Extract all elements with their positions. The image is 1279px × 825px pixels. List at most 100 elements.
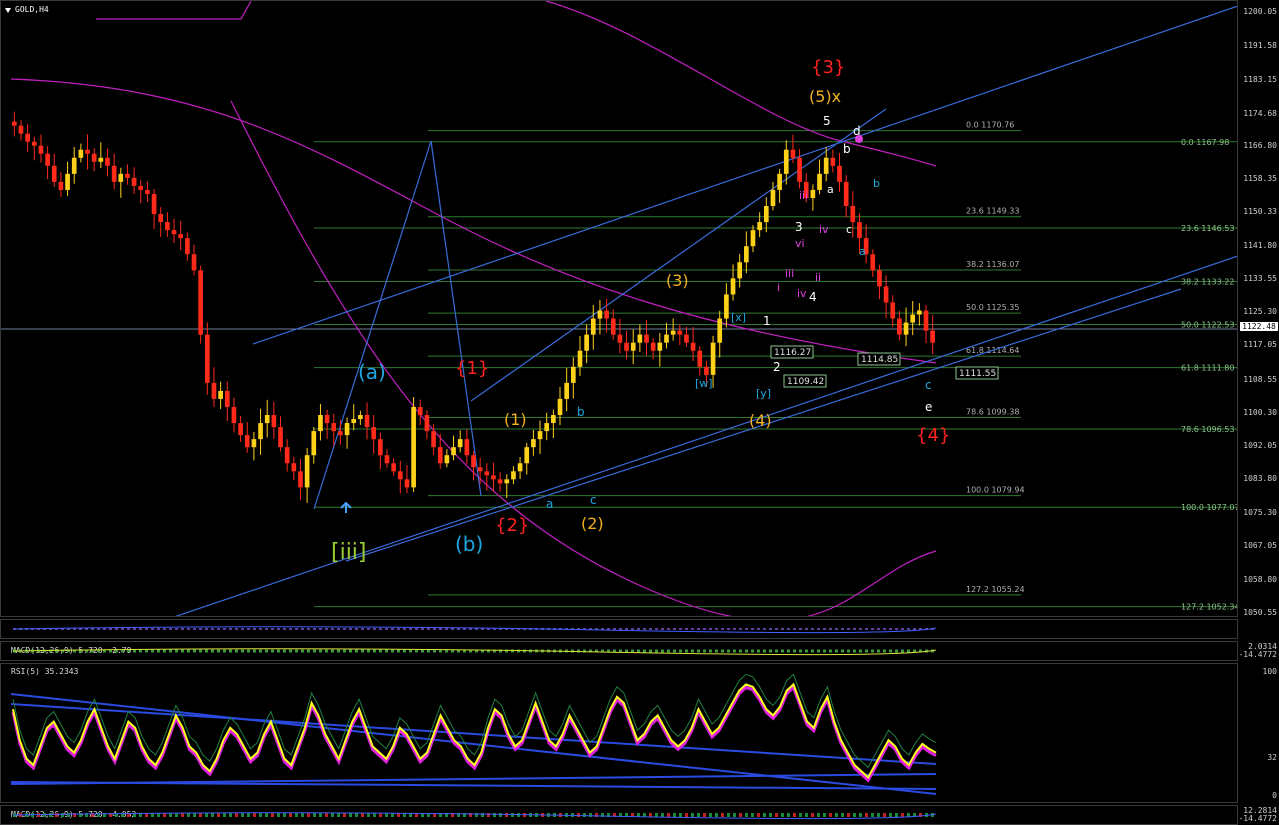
candle-body bbox=[131, 177, 137, 186]
candle-body bbox=[570, 366, 576, 383]
moving-average-line bbox=[545, 1, 937, 167]
macd-bar bbox=[427, 628, 430, 630]
macd-bar bbox=[685, 628, 688, 630]
macd-bar bbox=[325, 649, 328, 653]
rsi-panel[interactable]: RSI(5) 35.2343 bbox=[0, 663, 1239, 803]
macd-bar bbox=[697, 628, 700, 630]
macd-bar bbox=[301, 649, 304, 653]
candle-body bbox=[830, 157, 836, 166]
candle-body bbox=[358, 415, 363, 420]
price-chart-svg[interactable]: 0.0 1170.7623.6 1149.3338.2 1136.0750.0 … bbox=[1, 1, 1238, 616]
candle-body bbox=[145, 189, 150, 194]
candle-body bbox=[783, 149, 789, 174]
macd-bar bbox=[793, 813, 796, 817]
macd-bar bbox=[379, 628, 382, 630]
macd-bar bbox=[769, 813, 772, 817]
macd-bar bbox=[913, 628, 916, 630]
macd-bar bbox=[421, 628, 424, 630]
candle-body bbox=[617, 334, 623, 343]
macd-bar bbox=[859, 628, 862, 630]
candle-body bbox=[78, 149, 84, 158]
macd-bar bbox=[805, 628, 808, 630]
candle-body bbox=[511, 471, 516, 480]
macd-bar bbox=[643, 649, 646, 653]
macd-bar bbox=[313, 813, 316, 817]
macd-bar bbox=[799, 813, 802, 817]
candle-body bbox=[158, 214, 164, 223]
candle-body bbox=[843, 181, 849, 206]
macd-bar bbox=[163, 649, 166, 653]
candle-body bbox=[790, 149, 796, 158]
candle-body bbox=[85, 149, 90, 154]
macd-bar bbox=[421, 649, 424, 653]
macd-panel-top[interactable] bbox=[0, 619, 1239, 639]
candle-body bbox=[191, 254, 197, 271]
macd-bar bbox=[253, 813, 256, 817]
macd-bar bbox=[97, 628, 100, 630]
macd-bar bbox=[889, 628, 892, 630]
candle-body bbox=[497, 479, 503, 484]
macd-bar bbox=[355, 628, 358, 630]
candle-body bbox=[417, 406, 423, 416]
macd-bar bbox=[895, 649, 898, 653]
candle-body bbox=[650, 342, 656, 351]
candle-body bbox=[777, 173, 782, 190]
macd-bar bbox=[199, 628, 202, 630]
candle-body bbox=[524, 447, 530, 464]
macd-bar bbox=[871, 649, 874, 653]
macd-bar bbox=[739, 628, 742, 630]
macd-bar bbox=[901, 649, 904, 653]
macd-bar bbox=[415, 649, 418, 653]
candle-body bbox=[218, 390, 223, 399]
macd-bar bbox=[397, 628, 400, 630]
macd-bar bbox=[295, 813, 298, 817]
macd-bottom-panel[interactable]: MACD(12,26,9) 5.720 -4.052 bbox=[0, 805, 1239, 825]
macd-top-svg bbox=[12, 626, 937, 634]
macd-bar bbox=[169, 628, 172, 630]
macd-bar bbox=[763, 813, 766, 817]
macd-bar bbox=[67, 813, 70, 817]
macd-bar bbox=[865, 649, 868, 653]
wave-label: c bbox=[590, 493, 597, 507]
macd-bar bbox=[49, 813, 52, 817]
main-chart-panel[interactable]: GOLD,H4 0.0 1170.76 23.6 1149.33 38.2 1136… bbox=[0, 0, 1239, 617]
candle-body bbox=[744, 246, 749, 263]
macd-bar bbox=[637, 649, 640, 653]
macd-bar bbox=[685, 649, 688, 653]
macd-bar bbox=[901, 628, 904, 630]
macd-bar bbox=[319, 628, 322, 630]
macd-bar bbox=[109, 628, 112, 630]
macd-bar bbox=[901, 813, 904, 817]
macd-bar bbox=[787, 649, 790, 653]
candle-body bbox=[231, 406, 237, 424]
macd-bar bbox=[139, 628, 142, 630]
candle-body bbox=[324, 415, 330, 424]
candle-body bbox=[670, 330, 676, 335]
candle-body bbox=[371, 427, 377, 440]
macd-bar bbox=[187, 813, 190, 817]
wave-label: {3} bbox=[811, 57, 845, 78]
moving-average-line bbox=[230, 100, 937, 616]
macd-bar bbox=[361, 813, 364, 817]
candle-body bbox=[564, 382, 569, 399]
macd-bar bbox=[439, 628, 442, 630]
macd-bar bbox=[265, 649, 268, 653]
macd-bar bbox=[409, 628, 412, 630]
macd-bar bbox=[409, 649, 412, 653]
y-tick-label: 1100.30 bbox=[1243, 407, 1277, 417]
wave-label: iv bbox=[797, 287, 807, 300]
macd-bar bbox=[691, 813, 694, 817]
macd-bar bbox=[649, 628, 652, 630]
macd-bar bbox=[511, 649, 514, 653]
candle-body bbox=[204, 334, 210, 383]
macd-bar bbox=[679, 628, 682, 630]
macd-bar bbox=[505, 813, 508, 817]
y-tick-label: 1092.05 bbox=[1243, 440, 1277, 450]
macd-bar bbox=[691, 649, 694, 653]
candle-body bbox=[890, 302, 896, 319]
macd-bar bbox=[331, 813, 334, 817]
candle-body bbox=[484, 471, 490, 476]
macd-panel[interactable]: MACD(12,26,9) 5.720 -2.79 bbox=[0, 641, 1239, 661]
wave-label: [iii] bbox=[331, 540, 367, 565]
peak-marker bbox=[855, 135, 863, 143]
